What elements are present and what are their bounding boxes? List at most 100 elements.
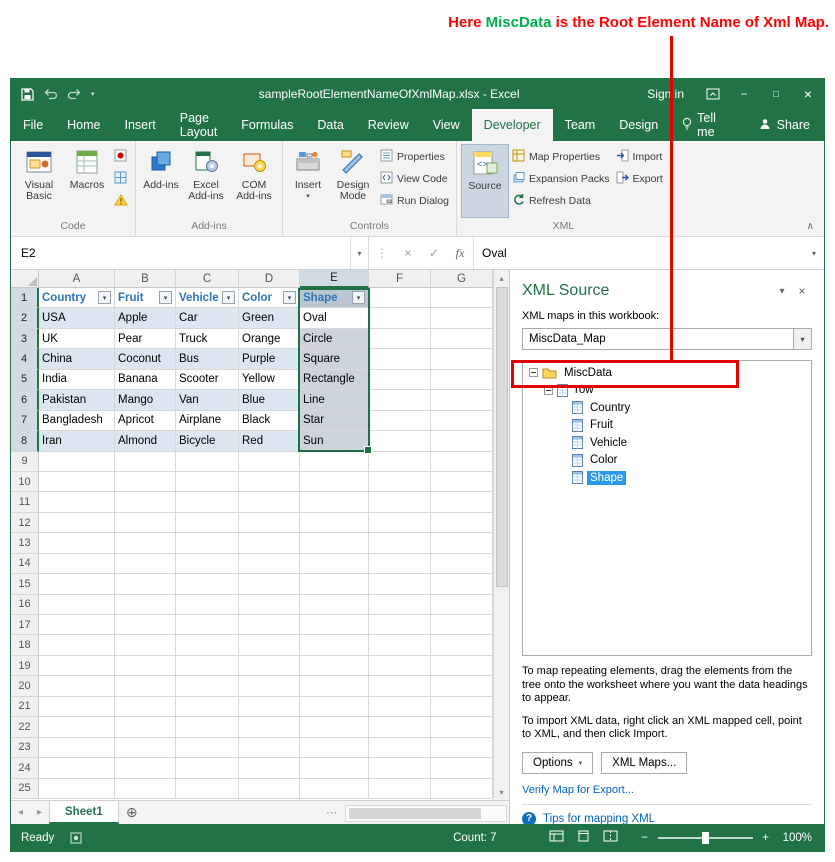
column-header-A[interactable]: A (39, 270, 115, 288)
zoom-in-icon[interactable]: + (759, 832, 773, 844)
cell-F6[interactable] (369, 390, 431, 410)
cell-G17[interactable] (431, 615, 493, 635)
design-mode-button[interactable]: Design Mode (329, 144, 377, 218)
cell-G10[interactable] (431, 472, 493, 492)
tab-data[interactable]: Data (305, 109, 355, 141)
cell-C12[interactable] (176, 513, 239, 533)
tab-design[interactable]: Design (607, 109, 670, 141)
share-button[interactable]: Share (745, 109, 824, 141)
normal-view-icon[interactable] (549, 830, 564, 845)
view-code-button[interactable]: View Code (377, 168, 452, 190)
cell-D7[interactable]: Black (239, 411, 300, 431)
cell-E14[interactable] (300, 554, 369, 574)
horizontal-scroll-thumb[interactable] (349, 808, 481, 819)
cell-G18[interactable] (431, 635, 493, 655)
cell-C16[interactable] (176, 595, 239, 615)
close-button[interactable]: × (792, 79, 824, 109)
insert-control-button[interactable]: Insert ▾ (287, 144, 329, 218)
filter-dropdown-icon-shape[interactable]: ▾ (352, 291, 365, 304)
row-header-4[interactable]: 4 (11, 349, 39, 369)
cell-G4[interactable] (431, 349, 493, 369)
tab-home[interactable]: Home (55, 109, 112, 141)
cell-E17[interactable] (300, 615, 369, 635)
zoom-slider-thumb[interactable] (702, 832, 709, 844)
map-properties-button[interactable]: Map Properties (509, 146, 613, 168)
cell-G8[interactable] (431, 431, 493, 451)
cell-C9[interactable] (176, 452, 239, 472)
cell-A2[interactable]: USA (39, 308, 115, 328)
vertical-scroll-thumb[interactable] (496, 287, 508, 587)
row-header-6[interactable]: 6 (11, 390, 39, 410)
cell-F11[interactable] (369, 492, 431, 512)
column-header-E[interactable]: E (300, 270, 369, 288)
row-header-22[interactable]: 22 (11, 717, 39, 737)
tips-link[interactable]: ? Tips for mapping XML (522, 812, 812, 825)
new-sheet-icon[interactable]: ⊕ (119, 801, 145, 824)
cell-F15[interactable] (369, 574, 431, 594)
cell-D21[interactable] (239, 697, 300, 717)
cell-A15[interactable] (39, 574, 115, 594)
save-icon[interactable] (21, 88, 34, 101)
cell-E1[interactable]: Shape▾ (300, 288, 369, 308)
cell-E3[interactable]: Circle (300, 329, 369, 349)
cell-A5[interactable]: India (39, 370, 115, 390)
export-button[interactable]: Export (613, 168, 666, 190)
cell-C23[interactable] (176, 738, 239, 758)
row-header-13[interactable]: 13 (11, 533, 39, 553)
cell-B23[interactable] (115, 738, 176, 758)
cell-E9[interactable] (300, 452, 369, 472)
cell-E10[interactable] (300, 472, 369, 492)
cell-E16[interactable] (300, 595, 369, 615)
cell-B7[interactable]: Apricot (115, 411, 176, 431)
macro-record-icon[interactable] (70, 832, 82, 844)
cell-D6[interactable]: Blue (239, 390, 300, 410)
cell-B21[interactable] (115, 697, 176, 717)
row-header-11[interactable]: 11 (11, 492, 39, 512)
cell-A23[interactable] (39, 738, 115, 758)
tab-team[interactable]: Team (553, 109, 608, 141)
cell-C25[interactable] (176, 779, 239, 799)
addins-button[interactable]: Add-ins (140, 144, 182, 218)
cell-C19[interactable] (176, 656, 239, 676)
cell-G12[interactable] (431, 513, 493, 533)
cell-E15[interactable] (300, 574, 369, 594)
excel-addins-button[interactable]: Excel Add-ins (182, 144, 230, 218)
cell-D18[interactable] (239, 635, 300, 655)
pane-close-icon[interactable]: × (792, 284, 812, 298)
filter-dropdown-icon-color[interactable]: ▾ (283, 291, 296, 304)
column-header-F[interactable]: F (369, 270, 431, 288)
cell-F1[interactable] (369, 288, 431, 308)
sheet-tab-sheet1[interactable]: Sheet1 (49, 801, 119, 824)
cell-A4[interactable]: China (39, 349, 115, 369)
row-header-2[interactable]: 2 (11, 308, 39, 328)
cell-G1[interactable] (431, 288, 493, 308)
cell-F14[interactable] (369, 554, 431, 574)
filter-dropdown-icon-fruit[interactable]: ▾ (159, 291, 172, 304)
row-header-9[interactable]: 9 (11, 452, 39, 472)
cell-D20[interactable] (239, 676, 300, 696)
cell-B16[interactable] (115, 595, 176, 615)
row-header-17[interactable]: 17 (11, 615, 39, 635)
cell-B5[interactable]: Banana (115, 370, 176, 390)
cell-C18[interactable] (176, 635, 239, 655)
cell-G15[interactable] (431, 574, 493, 594)
cell-F20[interactable] (369, 676, 431, 696)
filter-dropdown-icon-vehicle[interactable]: ▾ (222, 291, 235, 304)
tree-item-color[interactable]: Color (525, 452, 809, 470)
cell-E18[interactable] (300, 635, 369, 655)
cell-G11[interactable] (431, 492, 493, 512)
cell-G2[interactable] (431, 308, 493, 328)
tab-review[interactable]: Review (356, 109, 421, 141)
cell-C11[interactable] (176, 492, 239, 512)
row-header-3[interactable]: 3 (11, 329, 39, 349)
cell-A22[interactable] (39, 717, 115, 737)
cell-F18[interactable] (369, 635, 431, 655)
tree-item-vehicle[interactable]: Vehicle (525, 434, 809, 452)
cell-D11[interactable] (239, 492, 300, 512)
cell-G22[interactable] (431, 717, 493, 737)
cell-G20[interactable] (431, 676, 493, 696)
cell-G25[interactable] (431, 779, 493, 799)
column-header-G[interactable]: G (431, 270, 493, 288)
cell-B18[interactable] (115, 635, 176, 655)
xml-maps-button[interactable]: XML Maps... (601, 752, 687, 774)
